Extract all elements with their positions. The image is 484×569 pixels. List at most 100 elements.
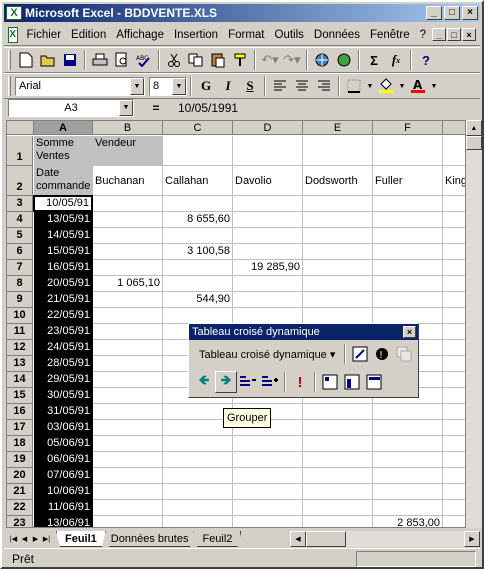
redo-icon[interactable]: ↷▾ [281,49,303,71]
cell-b18[interactable] [93,436,163,452]
chevron-down-icon[interactable]: ▼ [429,75,439,97]
row-header[interactable]: 17 [7,420,33,436]
workbook-icon[interactable]: X [8,26,18,43]
select-table-icon[interactable] [393,343,415,365]
cell-7[interactable] [443,260,465,276]
borders-icon[interactable] [343,75,365,97]
row-header[interactable]: 21 [7,484,33,500]
cell-c8[interactable] [163,276,233,292]
hyperlink-icon[interactable] [311,49,333,71]
cell-8[interactable] [443,276,465,292]
column-header[interactable]: C [163,121,233,135]
minimize-button[interactable]: _ [426,6,442,20]
cell-e5[interactable] [303,228,373,244]
cell-e22[interactable] [303,500,373,516]
group-arrow-icon[interactable]: 🡺 [215,371,237,393]
cell-4[interactable] [443,212,465,228]
cell-a15[interactable]: 30/05/91 [34,388,93,404]
underline-button[interactable]: S [239,75,261,97]
open-icon[interactable] [37,49,59,71]
pivot-column-field[interactable]: Vendeur [93,136,163,166]
name-box[interactable]: A3 ▼ [8,99,134,117]
format-painter-icon[interactable] [229,49,251,71]
cell-a23[interactable]: 13/06/91 [34,516,93,527]
bold-button[interactable]: G [195,75,217,97]
cell-f8[interactable] [373,276,443,292]
horizontal-scroll-thumb[interactable] [306,531,346,547]
cell-19[interactable] [443,452,465,468]
cell-d20[interactable] [233,468,303,484]
cell-21[interactable] [443,484,465,500]
cell-d1[interactable] [233,136,303,166]
cell-b19[interactable] [93,452,163,468]
row-header[interactable]: 2 [7,166,33,196]
cell-f17[interactable] [373,420,443,436]
chevron-down-icon[interactable]: ▼ [130,77,144,95]
refresh-data-icon[interactable]: ! [371,343,393,365]
cell-b6[interactable] [93,244,163,260]
cell-f18[interactable] [373,436,443,452]
function-icon[interactable]: fx [385,49,407,71]
cell-6[interactable] [443,244,465,260]
hide-detail-icon[interactable] [237,371,259,393]
cell-c20[interactable] [163,468,233,484]
first-sheet-icon[interactable]: |◀ [8,532,19,546]
cell-14[interactable] [443,372,465,388]
ungroup-arrow-icon[interactable]: 🡸 [193,371,215,393]
cell-a7[interactable]: 16/05/91 [34,260,93,276]
help-icon[interactable]: ? [415,49,437,71]
row-header[interactable]: 3 [7,196,33,212]
cell-2[interactable]: King [443,166,465,196]
print-icon[interactable] [89,49,111,71]
toolbar-grip[interactable] [8,76,11,96]
cell-18[interactable] [443,436,465,452]
size-select[interactable]: 8 ▼ [149,76,187,96]
italic-button[interactable]: I [217,75,239,97]
cell-c19[interactable] [163,452,233,468]
cell-11[interactable] [443,324,465,340]
row-header[interactable]: 4 [7,212,33,228]
workbook-restore-button[interactable]: □ [447,28,461,41]
pivot-data-field[interactable]: Somme Ventes [34,136,93,166]
cell-f19[interactable] [373,452,443,468]
cell-d2[interactable]: Davolio [233,166,303,196]
cell-e21[interactable] [303,484,373,500]
excel-app-icon[interactable]: X [6,6,22,20]
last-sheet-icon[interactable]: ▶| [41,532,52,546]
pivot-menu-button[interactable]: Tableau croisé dynamique ▾ [193,348,341,361]
page-field-icon[interactable] [319,371,341,393]
spell-icon[interactable]: ABC [133,49,155,71]
cell-e18[interactable] [303,436,373,452]
cell-f6[interactable] [373,244,443,260]
cell-f9[interactable] [373,292,443,308]
align-center-icon[interactable] [291,75,313,97]
preview-icon[interactable] [111,49,133,71]
column-header[interactable]: E [303,121,373,135]
cell-b8[interactable]: 1 065,10 [93,276,163,292]
cell-b3[interactable] [93,196,163,212]
cell-a11[interactable]: 23/05/91 [34,324,93,340]
cell-b17[interactable] [93,420,163,436]
tab-feuil1[interactable]: Feuil1 [56,531,106,547]
menu-outils[interactable]: Outils [270,29,309,41]
cell-a20[interactable]: 07/06/91 [34,468,93,484]
new-icon[interactable] [15,49,37,71]
cell-e16[interactable] [303,404,373,420]
cell-9[interactable] [443,292,465,308]
column-header[interactable]: A [34,121,93,135]
align-left-icon[interactable] [269,75,291,97]
cell-d8[interactable] [233,276,303,292]
cell-e23[interactable] [303,516,373,527]
tab-feuil2[interactable]: Feuil2 [193,531,242,547]
cell-c10[interactable] [163,308,233,324]
cell-a6[interactable]: 15/05/91 [34,244,93,260]
row-header[interactable]: 14 [7,372,33,388]
cell-f21[interactable] [373,484,443,500]
cell-b21[interactable] [93,484,163,500]
row-header[interactable]: 12 [7,340,33,356]
cell-d3[interactable] [233,196,303,212]
cell-b11[interactable] [93,324,163,340]
cell-d6[interactable] [233,244,303,260]
cell-17[interactable] [443,420,465,436]
cell-d22[interactable] [233,500,303,516]
